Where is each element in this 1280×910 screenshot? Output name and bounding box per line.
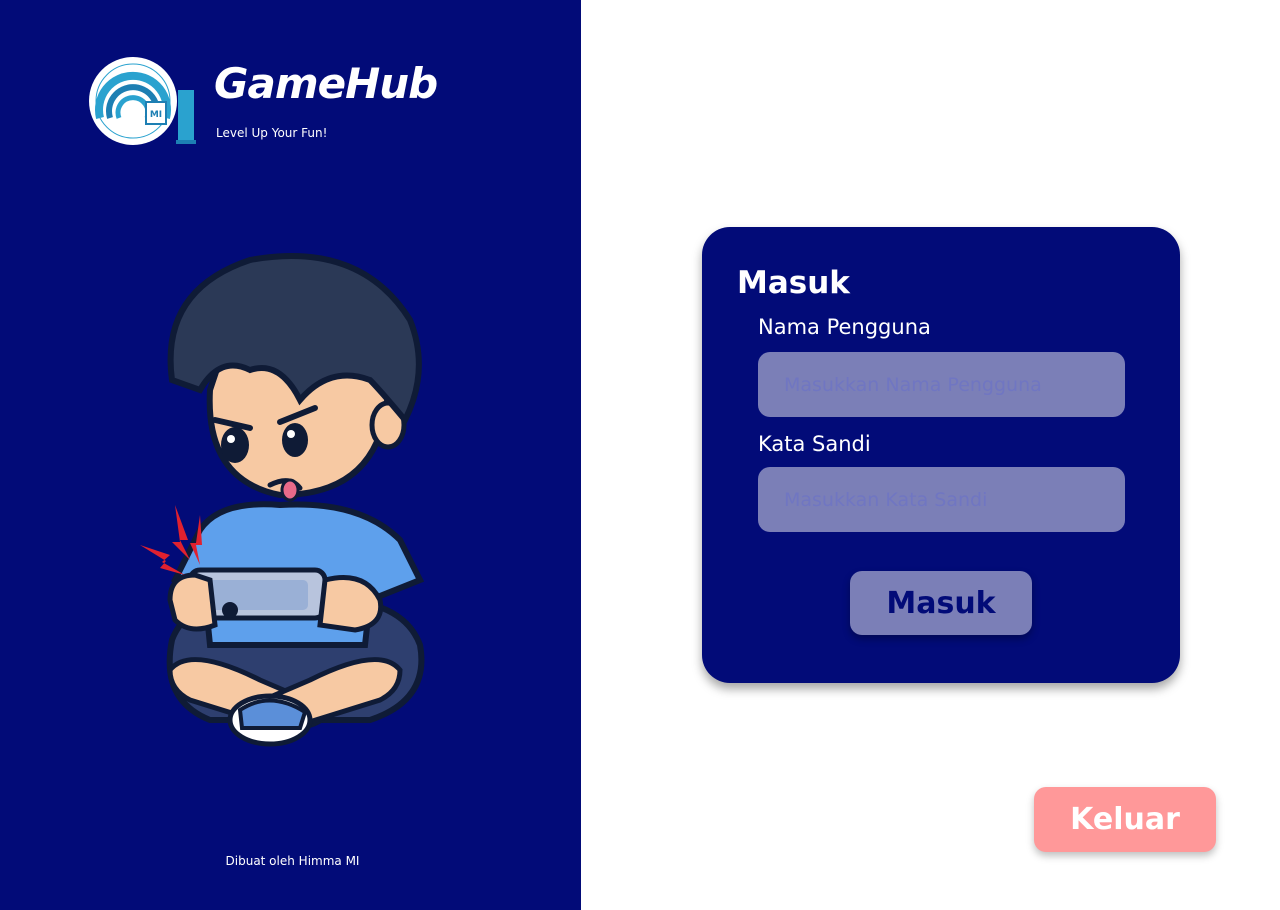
username-label: Nama Pengguna [758, 315, 931, 339]
app-tagline: Level Up Your Fun! [216, 126, 328, 140]
footer-credit: Dibuat oleh Himma MI [225, 854, 360, 868]
branding-panel: MI GameHub Level Up Your Fun! Dibuat ole… [0, 0, 581, 910]
boy-gaming-illustration [140, 253, 425, 747]
login-title: Masuk [737, 265, 850, 301]
login-submit-button[interactable]: Masuk [850, 571, 1032, 635]
login-page: MI GameHub Level Up Your Fun! Dibuat ole… [0, 0, 1280, 910]
username-input[interactable] [758, 352, 1125, 417]
himma-mi-logo-icon: MI [89, 57, 196, 145]
logout-button[interactable]: Keluar [1034, 787, 1216, 852]
logo-badge-text: MI [150, 110, 162, 120]
password-input[interactable] [758, 467, 1125, 532]
app-title: GameHub [214, 59, 438, 108]
login-card: Masuk Nama Pengguna Kata Sandi Masuk [702, 227, 1180, 683]
password-label: Kata Sandi [758, 432, 871, 456]
